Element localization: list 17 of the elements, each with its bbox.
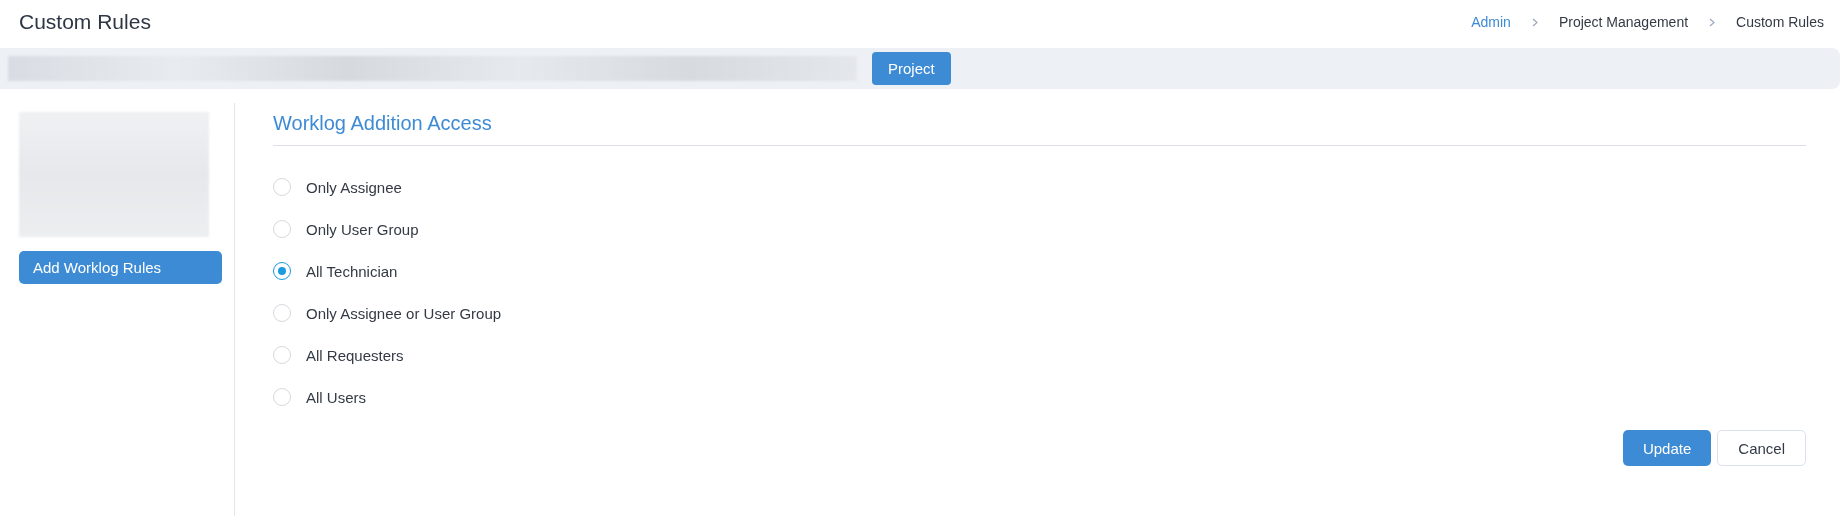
section-title: Worklog Addition Access: [273, 105, 1806, 146]
add-rules-button[interactable]: Add Worklog Rules: [19, 251, 222, 284]
chevron-icon: [1531, 17, 1538, 27]
option-label: All Users: [306, 388, 366, 406]
option-label: Only User Group: [306, 220, 419, 238]
option-label: All Technician: [306, 262, 398, 280]
option-label: All Requesters: [306, 346, 404, 364]
breadcrumb-link[interactable]: Admin: [1471, 14, 1511, 30]
page-title: Custom Rules: [19, 10, 151, 34]
breadcrumb-item: Project Management: [1558, 14, 1689, 30]
project-tab[interactable]: Project: [872, 52, 951, 85]
chevron-icon: [1709, 17, 1716, 27]
cancel-button[interactable]: Cancel: [1717, 430, 1806, 466]
option-label: Only Assignee: [306, 178, 402, 196]
update-button[interactable]: Update: [1622, 430, 1712, 466]
breadcrumb-item: Custom Rules: [1736, 14, 1824, 30]
option-label: Only Assignee or User Group: [306, 304, 502, 322]
